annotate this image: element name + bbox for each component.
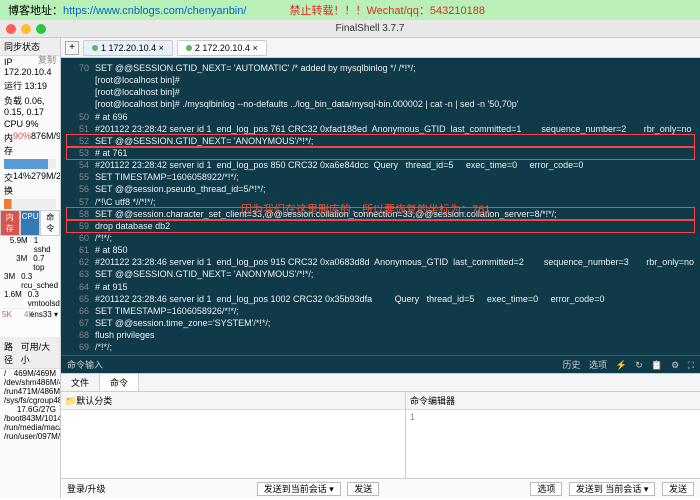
copy-icon[interactable]: 📋 <box>651 360 662 370</box>
terminal-line: 56SET @@session.pseudo_thread_id=5/*!*/; <box>67 183 694 195</box>
swap-row: 交换14%279M/2G <box>0 170 60 198</box>
blog-link[interactable]: https://www.cnblogs.com/chenyanbin/ <box>63 5 246 17</box>
blog-banner: 博客地址：https://www.cnblogs.com/chenyanbin/… <box>0 0 700 20</box>
session-tab-1[interactable]: 1 172.20.10.4 × <box>83 40 173 56</box>
terminal-line: 61# at 850 <box>67 244 694 256</box>
terminal-line: [root@localhost bin]# <box>67 74 694 86</box>
tab-mem[interactable]: 内存 <box>0 210 20 236</box>
bottom-tab-file[interactable]: 文件 <box>61 374 100 391</box>
cpu-row: CPU 9% <box>0 118 60 130</box>
default-category[interactable]: 默认分类 <box>76 396 112 406</box>
ip-row: IP 172.20.10.4 <box>0 56 38 78</box>
close-tab-icon[interactable]: × <box>159 43 164 53</box>
sidebar: 同步状态 复制 IP 172.20.10.4 运行 13:19 负载 0.06,… <box>0 38 61 498</box>
folder-icon: 📁 <box>65 396 76 406</box>
terminal-line: [root@localhost bin]# ./mysqlbinlog --no… <box>67 98 694 110</box>
sync-status-label: 同步状态 <box>4 42 40 52</box>
terminal-line: 53# at 761 <box>67 147 694 159</box>
options-button[interactable]: 选项 <box>589 360 607 370</box>
tab-cmd[interactable]: 命令 <box>40 210 60 236</box>
terminal-footer: 命令输入 历史 选项 ⚡ ↻ 📋 ⚙ ⛶ <box>61 355 700 373</box>
editor-line-num: 1 <box>406 410 700 424</box>
send-target-select-2[interactable]: 发送到 当前会话 ▾ <box>569 482 656 496</box>
terminal-line: 64# at 915 <box>67 281 694 293</box>
terminal-line: 59drop database db2 <box>67 220 694 232</box>
mem-bar <box>4 159 56 169</box>
interface-select[interactable]: ens33 ▾ <box>30 310 58 319</box>
expand-icon[interactable]: ⛶ <box>688 360 694 370</box>
load-row: 负载 0.06, 0.15, 0.17 <box>0 93 60 118</box>
terminal-line: 67SET @@session.time_zone='SYSTEM'/*!*/; <box>67 317 694 329</box>
bottom-panel: 文件 命令 📁默认分类 命令编辑器 1 <box>61 373 700 478</box>
bolt-icon[interactable]: ⚡ <box>616 360 627 370</box>
terminal-line: 70# at 1002 <box>67 353 694 355</box>
terminal-line: [root@localhost bin]# <box>67 86 694 98</box>
close-tab-icon[interactable]: × <box>252 43 257 53</box>
mounts-list: /469M/469M /dev/shm486M/486M /run471M/48… <box>0 369 60 441</box>
session-tab-2[interactable]: 2 172.20.10.4 × <box>177 40 267 56</box>
terminal-line: 66SET TIMESTAMP=1606058926/*!*/; <box>67 305 694 317</box>
send-target-select[interactable]: 发送到当前会话 ▾ <box>257 482 341 496</box>
footer: 登录/升级 发送到当前会话 ▾ 发送 选项 发送到 当前会话 ▾ 发送 <box>61 478 700 498</box>
terminal-line: 52SET @@SESSION.GTID_NEXT= 'ANONYMOUS'/*… <box>67 135 694 147</box>
network-sparkline: 5K 4K ens33 ▾ <box>0 308 60 338</box>
swap-bar <box>4 199 56 209</box>
refresh-icon[interactable]: ↻ <box>635 360 643 370</box>
terminal-line: 70SET @@SESSION.GTID_NEXT= 'AUTOMATIC' /… <box>67 62 694 74</box>
terminal[interactable]: 70SET @@SESSION.GTID_NEXT= 'AUTOMATIC' /… <box>61 58 700 355</box>
bottom-tab-cmd[interactable]: 命令 <box>100 374 139 391</box>
terminal-line: 63SET @@SESSION.GTID_NEXT= 'ANONYMOUS'/*… <box>67 268 694 280</box>
terminal-line: 68flush privileges <box>67 329 694 341</box>
options-button-2[interactable]: 选项 <box>530 482 562 496</box>
process-list: 5.9M1 sshd 3M0.7 top 3M0.3 rcu_sched 1.6… <box>0 236 60 308</box>
terminal-line: 60/*!*/; <box>67 232 694 244</box>
terminal-line: 51#201122 23:28:42 server id 1 end_log_p… <box>67 123 694 135</box>
minimize-window-icon[interactable] <box>21 24 31 34</box>
maximize-window-icon[interactable] <box>36 24 46 34</box>
app-title: FinalShell 3.7.7 <box>46 23 694 34</box>
tab-cpu[interactable]: CPU <box>20 210 41 236</box>
close-window-icon[interactable] <box>6 24 16 34</box>
terminal-line: 69/*!*/; <box>67 341 694 353</box>
terminal-line: 65#201122 23:28:46 server id 1 end_log_p… <box>67 293 694 305</box>
send-button-2[interactable]: 发送 <box>662 482 694 496</box>
new-tab-button[interactable]: + <box>65 41 79 55</box>
session-tabbar: + 1 172.20.10.4 × 2 172.20.10.4 × <box>61 38 700 58</box>
window-titlebar: FinalShell 3.7.7 <box>0 20 700 38</box>
terminal-line: 62#201122 23:28:46 server id 1 end_log_p… <box>67 256 694 268</box>
terminal-line: 54#201122 23:28:42 server id 1 end_log_p… <box>67 159 694 171</box>
annotation-text: 因为我们在这里删库的，所以要恢复的坐标为：761 <box>241 203 490 218</box>
terminal-line: 50# at 696 <box>67 111 694 123</box>
login-link[interactable]: 登录/升级 <box>67 482 106 495</box>
cmd-editor-header: 命令编辑器 <box>406 392 700 410</box>
mem-row: 内存90%876M/972M <box>0 130 60 158</box>
uptime-row: 运行 13:19 <box>0 78 60 93</box>
terminal-line: 55SET TIMESTAMP=1606058922/*!*/; <box>67 171 694 183</box>
history-button[interactable]: 历史 <box>563 360 581 370</box>
gear-icon[interactable]: ⚙ <box>671 360 679 370</box>
send-button[interactable]: 发送 <box>347 482 379 496</box>
